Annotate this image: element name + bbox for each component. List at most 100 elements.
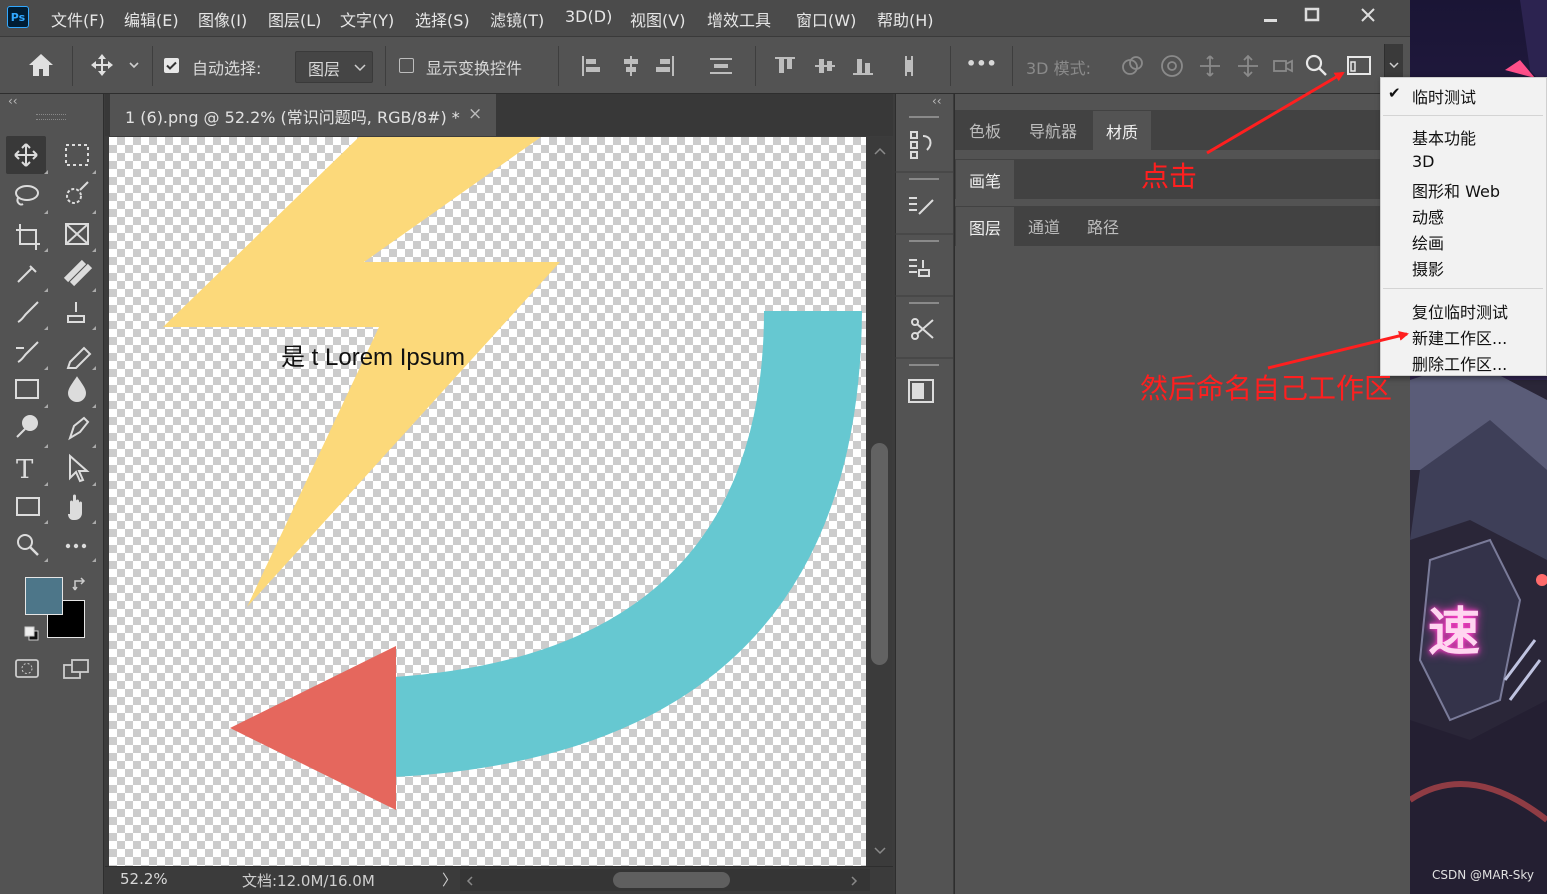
align-buttons-group[interactable] [580,54,740,78]
checkmark-icon [166,61,177,70]
zoom-level[interactable]: 52.2% [120,870,168,888]
tab-materials[interactable]: 材质 [1093,111,1152,151]
eyedropper-tool[interactable] [10,256,46,288]
clone-source-panel-button[interactable] [897,236,951,294]
status-info-arrow[interactable]: 〉 [442,869,457,890]
eraser-tool[interactable] [58,334,94,366]
close-window-button[interactable] [1345,0,1391,30]
zoom-tool[interactable] [10,528,46,560]
menu-filter[interactable]: 滤镜(T) [490,7,544,31]
tab-swatches[interactable]: 色板 [956,111,1014,149]
menu-3d[interactable]: 3D(D) [565,7,612,26]
history-brush-tool[interactable] [10,334,46,366]
brush-tool[interactable] [10,294,46,326]
close-document-button[interactable]: × [468,104,482,124]
search-button[interactable] [1304,53,1330,83]
tab-navigator[interactable]: 导航器 [1016,111,1090,149]
vertical-scrollbar[interactable] [868,137,892,866]
tab-paths[interactable]: 路径 [1074,207,1132,245]
more-options-button[interactable]: ••• [966,54,997,73]
frame-tool[interactable] [58,216,94,248]
collapse-toolbar-button[interactable]: ‹‹ [8,94,18,108]
quick-selection-tool[interactable] [58,178,94,210]
menu-plugins[interactable]: 增效工具 [707,7,771,31]
menu-item-current-workspace[interactable]: 临时测试 [1412,84,1476,108]
horizontal-scroll-thumb[interactable] [613,872,730,888]
menu-item-reset-workspace[interactable]: 复位临时测试 [1412,299,1508,323]
rectangle-tool[interactable] [10,490,46,522]
vertical-scroll-thumb[interactable] [871,443,888,665]
foreground-color-swatch[interactable] [25,577,63,615]
menu-edit[interactable]: 编辑(E) [124,7,179,31]
type-tool[interactable] [10,452,46,484]
collapse-panels-button[interactable]: ‹‹ [932,94,942,108]
document-canvas[interactable]: 是 t Lorem Ipsum [109,137,866,866]
lasso-tool[interactable] [10,178,46,210]
marquee-tool[interactable] [58,138,94,170]
dodge-tool[interactable] [10,412,46,444]
menu-window[interactable]: 窗口(W) [796,7,856,31]
scroll-left-icon[interactable] [466,876,474,886]
menu-item-delete-workspace[interactable]: 删除工作区... [1412,351,1507,375]
menu-help[interactable]: 帮助(H) [877,7,934,31]
menu-item-photography[interactable]: 摄影 [1412,256,1444,280]
tab-channels[interactable]: 通道 [1015,207,1073,245]
properties-panel-button[interactable] [897,360,951,418]
annotation-click: 点击 [1141,160,1198,193]
workspace-switcher-button[interactable] [1346,54,1374,82]
horizontal-scrollbar[interactable] [460,869,870,891]
annotation-name-workspace: 然后命名自己工作区 [1140,372,1393,405]
close-icon [1361,8,1375,22]
maximize-button[interactable] [1290,0,1334,30]
menu-item-painting[interactable]: 绘画 [1412,230,1444,254]
menu-select[interactable]: 选择(S) [415,7,470,31]
move-tool[interactable] [6,136,46,174]
crop-tool[interactable] [10,216,46,248]
canvas-text-layer[interactable]: 是 t Lorem Ipsum [281,337,465,372]
menu-file[interactable]: 文件(F) [51,7,105,31]
blur-tool[interactable] [58,374,94,406]
tool-presets-panel-button[interactable] [897,298,951,356]
swap-colors-icon[interactable] [72,576,90,594]
auto-select-label: 自动选择: [192,59,262,78]
path-selection-tool[interactable] [58,452,94,484]
minimize-button[interactable] [1248,0,1292,30]
scroll-right-icon[interactable] [850,876,858,886]
menu-item-essentials[interactable]: 基本功能 [1412,125,1476,149]
home-button[interactable] [27,52,55,82]
toolbar-grip[interactable] [36,114,66,120]
scroll-up-icon[interactable] [874,147,886,155]
3d-mode-buttons-group[interactable] [1118,52,1302,80]
menu-image[interactable]: 图像(I) [198,7,247,31]
edit-toolbar-button[interactable] [58,528,94,560]
hand-tool[interactable] [58,490,94,522]
healing-brush-tool[interactable] [58,256,94,288]
quick-mask-icon[interactable] [14,657,42,681]
move-icon [91,54,139,76]
scroll-down-icon[interactable] [874,847,886,855]
menu-item-graphic-web[interactable]: 图形和 Web [1412,178,1500,202]
tab-layers[interactable]: 图层 [956,207,1015,247]
screen-mode-icon[interactable] [62,657,92,681]
gradient-tool[interactable] [10,374,46,406]
history-panel-button[interactable] [897,112,951,170]
menu-layer[interactable]: 图层(L) [268,7,321,31]
tab-brushes[interactable]: 画笔 [956,160,1015,200]
menu-type[interactable]: 文字(Y) [340,7,394,31]
distribute-buttons-group[interactable] [773,54,933,78]
document-tab[interactable]: 1 (6).png @ 52.2% (常识问题吗, RGB/8#) * × [110,94,496,136]
chevron-down-icon [1389,62,1399,69]
menu-item-3d[interactable]: 3D [1412,152,1435,171]
move-tool-preset[interactable] [90,53,144,83]
brush-settings-panel-button[interactable] [897,174,951,232]
auto-select-checkbox[interactable] [164,58,179,73]
clone-stamp-tool[interactable] [58,294,94,326]
menu-view[interactable]: 视图(V) [630,7,685,31]
menu-item-new-workspace[interactable]: 新建工作区... [1412,325,1507,349]
wallpaper-glyph: 速 [1428,603,1481,663]
default-colors-icon[interactable] [24,626,40,642]
pen-tool[interactable] [58,412,94,444]
auto-select-dropdown[interactable]: 图层 [295,51,373,83]
show-transform-checkbox[interactable] [399,58,414,73]
menu-item-motion[interactable]: 动感 [1412,204,1444,228]
